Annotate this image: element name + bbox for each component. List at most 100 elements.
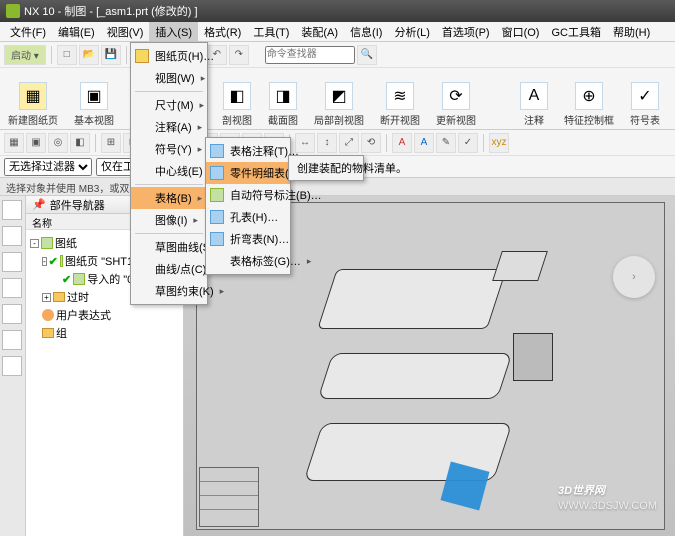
part-plate (318, 353, 513, 399)
menu-gctoolbox[interactable]: GC工具箱 (545, 22, 607, 42)
expand-icon[interactable]: - (30, 239, 39, 248)
tool-icon[interactable]: ↕ (317, 133, 337, 153)
baseview-icon: ▣ (80, 82, 108, 110)
submenu-autoballoon[interactable]: 自动符号标注(B)… (206, 184, 290, 206)
sheet-icon: ▦ (19, 82, 47, 110)
submenu-tablelabel[interactable]: 表格标签(G)…▸ (206, 250, 290, 272)
left-sidebar (0, 196, 26, 536)
menu-tools[interactable]: 工具(T) (247, 22, 295, 42)
menu-insert[interactable]: 插入(S) (149, 22, 198, 42)
ribbon-note[interactable]: A注释 (512, 68, 556, 129)
ribbon-base-view[interactable]: ▣基本视图 (66, 68, 122, 129)
submenu-image[interactable]: 图像(I)▸ (131, 209, 207, 231)
tool-icon[interactable]: A (392, 133, 412, 153)
separator (386, 134, 387, 152)
expand-icon[interactable]: - (42, 257, 47, 266)
redo-icon[interactable]: ↷ (229, 45, 249, 65)
update-icon: ⟳ (442, 82, 470, 110)
submenu-tablenote[interactable]: 表格注释(T)… (206, 140, 290, 162)
new-icon[interactable]: □ (57, 45, 77, 65)
ribbon-fcf[interactable]: ⊕特征控制框 (556, 68, 622, 129)
menu-info[interactable]: 信息(I) (344, 22, 388, 42)
sidebar-hd3d-icon[interactable] (2, 304, 22, 324)
tool-icon[interactable]: ▦ (4, 133, 24, 153)
ribbon-new-sheet[interactable]: ▦新建图纸页 (0, 68, 66, 129)
submenu-bendtable[interactable]: 折弯表(N)… (206, 228, 290, 250)
tool-icon[interactable]: ⊞ (101, 133, 121, 153)
filter-select-1[interactable]: 无选择过滤器 (4, 158, 92, 176)
check-icon[interactable]: ✔ (49, 255, 58, 268)
ribbon-break[interactable]: ≋断开视图 (372, 68, 428, 129)
secondary-toolbar: ▦▣◎◧ ⊞⊟⊠⊡ □○△◇ ↔↕⤢⟲ AA✎✓ xyz (0, 130, 675, 156)
tool-icon[interactable]: ◎ (48, 133, 68, 153)
sidebar-assembly-icon[interactable] (2, 252, 22, 272)
submenu-partlist[interactable]: 零件明细表(P)… (206, 162, 290, 184)
ribbon-cut[interactable]: ◨截面图 (260, 68, 306, 129)
title-block (199, 467, 259, 527)
submenu-symbol[interactable]: 符号(Y)▸ (131, 138, 207, 160)
menu-help[interactable]: 帮助(H) (607, 22, 656, 42)
submenu-holetable[interactable]: 孔表(H)… (206, 206, 290, 228)
tool-icon[interactable]: A (414, 133, 434, 153)
submenu-sketchconstraint[interactable]: 草图约束(K)▸ (131, 280, 207, 302)
submenu-sheet[interactable]: 图纸页(H)… (131, 45, 207, 67)
menu-view[interactable]: 视图(V) (101, 22, 150, 42)
check-icon[interactable]: ✔ (62, 273, 71, 286)
tool-icon[interactable]: ✎ (436, 133, 456, 153)
folder-icon (53, 292, 65, 302)
submenu-sketchcurve[interactable]: 草图曲线(S)▸ (131, 236, 207, 258)
carousel-next-button[interactable]: › (613, 256, 655, 298)
tool-icon[interactable]: ⟲ (361, 133, 381, 153)
menu-assembly[interactable]: 装配(A) (295, 22, 344, 42)
sheet-icon (60, 255, 63, 267)
tree-row[interactable]: 组 (28, 324, 181, 342)
save-icon[interactable]: 💾 (101, 45, 121, 65)
tool-icon[interactable]: ◧ (70, 133, 90, 153)
ribbon-update[interactable]: ⟳更新视图 (428, 68, 484, 129)
menu-edit[interactable]: 编辑(E) (52, 22, 101, 42)
sidebar-browser-icon[interactable] (2, 330, 22, 350)
bendtable-icon (210, 232, 224, 246)
menubar: 文件(F) 编辑(E) 视图(V) 插入(S) 格式(R) 工具(T) 装配(A… (0, 22, 675, 42)
cutsec-icon: ◨ (269, 82, 297, 110)
menu-analyze[interactable]: 分析(L) (388, 22, 435, 42)
sidebar-navigator-icon[interactable] (2, 200, 22, 220)
separator (483, 134, 484, 152)
tool-icon[interactable]: ✓ (458, 133, 478, 153)
pin-icon[interactable]: 📌 (32, 198, 46, 211)
menu-prefs[interactable]: 首选项(P) (436, 22, 496, 42)
sidebar-layers-icon[interactable] (2, 356, 22, 376)
partlist-icon (210, 166, 224, 180)
window-title: NX 10 - 制图 - [_asm1.prt (修改的) ] (24, 3, 198, 19)
part-side (513, 333, 553, 381)
tool-icon[interactable]: ▣ (26, 133, 46, 153)
submenu-curvepoint[interactable]: 曲线/点(C)▸ (131, 258, 207, 280)
open-icon[interactable]: 📂 (79, 45, 99, 65)
sidebar-reuse-icon[interactable] (2, 278, 22, 298)
tool-icon[interactable]: xyz (489, 133, 509, 153)
command-search-input[interactable] (265, 46, 355, 64)
insert-submenu: 图纸页(H)… 视图(W)▸ 尺寸(M)▸ 注释(A)▸ 符号(Y)▸ 中心线(… (130, 42, 208, 305)
ribbon-partial[interactable]: ◩局部剖视图 (306, 68, 372, 129)
submenu-dimension[interactable]: 尺寸(M)▸ (131, 94, 207, 116)
menu-format[interactable]: 格式(R) (198, 22, 247, 42)
tablenote-icon (210, 144, 224, 158)
search-icon[interactable]: 🔍 (357, 45, 377, 65)
sidebar-history-icon[interactable] (2, 226, 22, 246)
submenu-annotation[interactable]: 注释(A)▸ (131, 116, 207, 138)
part-block (492, 251, 548, 281)
submenu-table[interactable]: 表格(B)▸ (131, 187, 207, 209)
submenu-centerline[interactable]: 中心线(E)▸ (131, 160, 207, 182)
menu-window[interactable]: 窗口(O) (496, 22, 546, 42)
launch-button[interactable]: 启动 ▾ (4, 45, 46, 65)
menu-file[interactable]: 文件(F) (4, 22, 52, 42)
table-submenu: 表格注释(T)… 零件明细表(P)… 自动符号标注(B)… 孔表(H)… 折弯表… (205, 137, 291, 275)
quick-toolbar: 启动 ▾ □ 📂 💾 ✂ ⧉ 📋 ↶ ↷ 🔍 (0, 42, 675, 68)
note-icon: A (520, 82, 548, 110)
ribbon-symbol[interactable]: ✓符号表 (622, 68, 668, 129)
submenu-view[interactable]: 视图(W)▸ (131, 67, 207, 89)
tree-row[interactable]: 用户表达式 (28, 306, 181, 324)
ribbon-section[interactable]: ◧剖视图 (214, 68, 260, 129)
tool-icon[interactable]: ⤢ (339, 133, 359, 153)
expand-icon[interactable]: + (42, 293, 51, 302)
